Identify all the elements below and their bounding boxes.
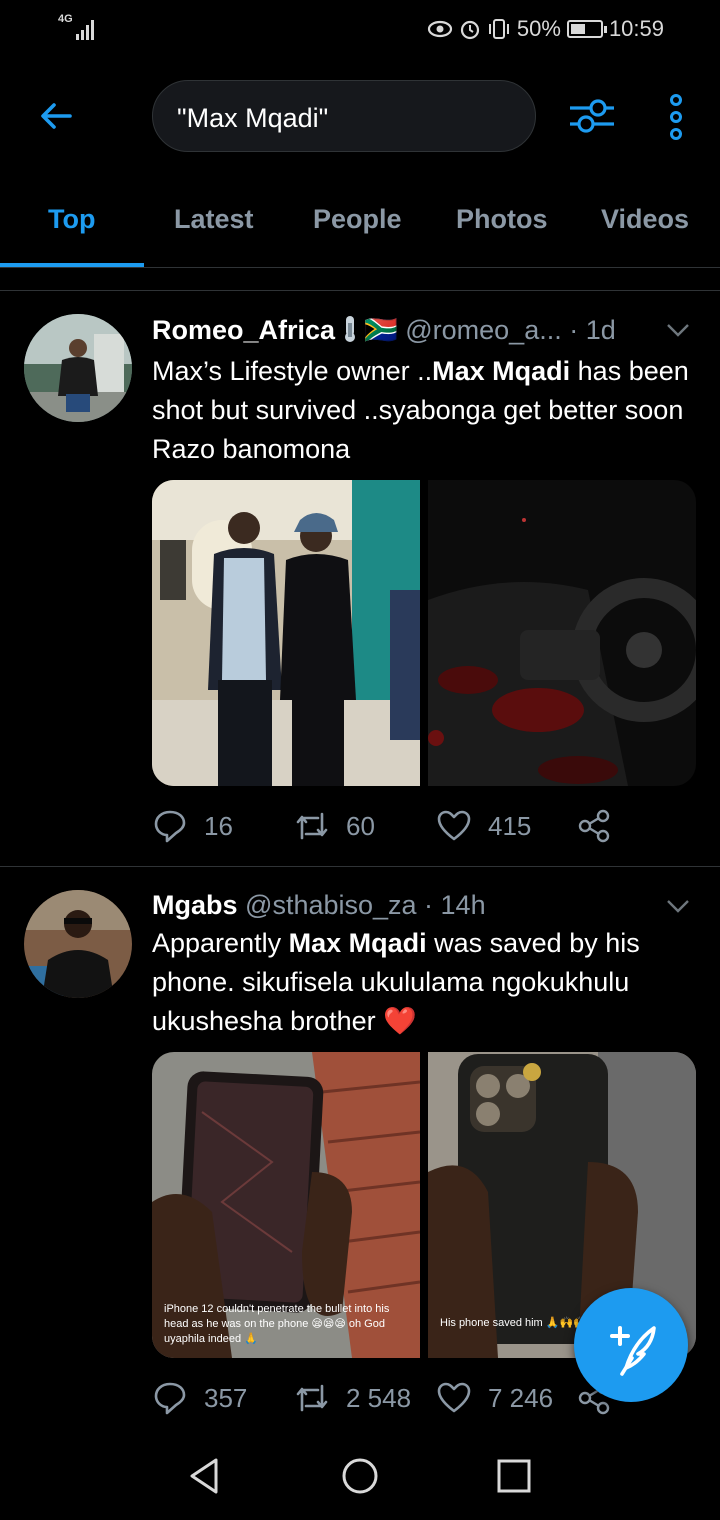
avatar[interactable] bbox=[24, 890, 132, 998]
reply-count: 357 bbox=[204, 1382, 248, 1413]
tweet-actions: 16 60 415 bbox=[152, 808, 712, 848]
avatar[interactable] bbox=[24, 314, 132, 422]
compose-tweet-button[interactable] bbox=[574, 1288, 688, 1402]
search-input[interactable]: "Max Mqadi" bbox=[152, 80, 536, 152]
reply-button[interactable]: 357 bbox=[152, 1380, 247, 1416]
network-type: 4G bbox=[58, 13, 73, 25]
chevron-down-icon[interactable] bbox=[666, 322, 690, 338]
system-nav-bar bbox=[0, 1430, 720, 1520]
like-count: 415 bbox=[488, 810, 532, 841]
chevron-down-icon[interactable] bbox=[666, 898, 690, 914]
like-count: 7 246 bbox=[488, 1382, 554, 1413]
photo-caption: iPhone 12 couldn't penetrate the bullet … bbox=[164, 1303, 390, 1345]
signal-icon bbox=[76, 20, 94, 40]
photo-caption: His phone saved him 🙏🙌🙌 bbox=[440, 1317, 587, 1329]
photo-phone-front[interactable]: iPhone 12 couldn't penetrate the bullet … bbox=[152, 1052, 420, 1358]
handle-time: @romeo_a... · 1d bbox=[405, 315, 616, 345]
reply-count: 16 bbox=[204, 810, 233, 841]
active-tab-indicator bbox=[0, 263, 144, 267]
retweet-icon bbox=[296, 812, 328, 840]
retweet-count: 60 bbox=[346, 810, 375, 841]
thermometer-icon bbox=[344, 316, 355, 342]
filter-icon[interactable] bbox=[568, 96, 616, 136]
tab-people[interactable]: People bbox=[313, 204, 402, 235]
tweet-text: Apparently Max Mqadi was saved by his ph… bbox=[152, 928, 640, 1036]
tab-videos[interactable]: Videos bbox=[601, 204, 689, 235]
compose-feather-icon bbox=[610, 1326, 656, 1376]
search-query: "Max Mqadi" bbox=[177, 103, 329, 133]
battery-percent: 50% bbox=[516, 16, 561, 41]
share-button[interactable] bbox=[576, 808, 612, 844]
like-button[interactable]: 7 246 bbox=[436, 1380, 553, 1416]
handle-time: @sthabiso_za · 14h bbox=[245, 890, 486, 920]
tweet-header: Mgabs @sthabiso_za · 14h bbox=[152, 890, 486, 921]
status-bar: 4G 50% 10:59 bbox=[0, 0, 720, 62]
reply-icon bbox=[154, 1382, 186, 1415]
heart-icon bbox=[437, 810, 471, 841]
display-name[interactable]: Romeo_Africa bbox=[152, 315, 335, 345]
photo-two-men[interactable] bbox=[152, 480, 420, 786]
clock: 10:59 bbox=[608, 16, 664, 41]
search-tabs: Top Latest People Photos Videos bbox=[0, 190, 720, 268]
nav-back-icon[interactable] bbox=[186, 1456, 226, 1496]
photo-car-interior[interactable] bbox=[428, 480, 696, 786]
more-options-icon[interactable] bbox=[664, 94, 688, 140]
display-name[interactable]: Mgabs bbox=[152, 890, 238, 920]
tweet-media[interactable] bbox=[152, 480, 696, 786]
reply-icon bbox=[154, 810, 186, 843]
tweet-text: Max’s Lifestyle owner ..Max Mqadi has be… bbox=[152, 356, 689, 464]
back-arrow-icon[interactable] bbox=[36, 96, 76, 136]
nav-recents-icon[interactable] bbox=[494, 1456, 534, 1496]
reply-button[interactable]: 16 bbox=[152, 808, 233, 844]
tab-latest[interactable]: Latest bbox=[174, 204, 254, 235]
tweet-header: Romeo_Africa 🇿🇦 @romeo_a... · 1d bbox=[152, 314, 616, 346]
retweet-button[interactable]: 2 548 bbox=[294, 1380, 411, 1416]
share-icon bbox=[578, 809, 610, 843]
tweet[interactable]: Romeo_Africa 🇿🇦 @romeo_a... · 1d Max’s L… bbox=[0, 290, 720, 866]
tab-top[interactable]: Top bbox=[48, 204, 95, 235]
eye-icon bbox=[427, 20, 452, 38]
heart-icon bbox=[437, 1382, 471, 1413]
alarm-icon bbox=[460, 20, 479, 40]
nav-home-icon[interactable] bbox=[340, 1456, 380, 1496]
retweet-count: 2 548 bbox=[346, 1382, 412, 1413]
retweet-icon bbox=[296, 1384, 328, 1412]
retweet-button[interactable]: 60 bbox=[294, 808, 375, 844]
battery-icon bbox=[566, 20, 607, 38]
search-header: "Max Mqadi" bbox=[0, 70, 720, 166]
tab-photos[interactable]: Photos bbox=[456, 204, 548, 235]
like-button[interactable]: 415 bbox=[436, 808, 531, 844]
flag-emoji: 🇿🇦 bbox=[364, 315, 398, 345]
vibrate-icon bbox=[488, 19, 509, 39]
